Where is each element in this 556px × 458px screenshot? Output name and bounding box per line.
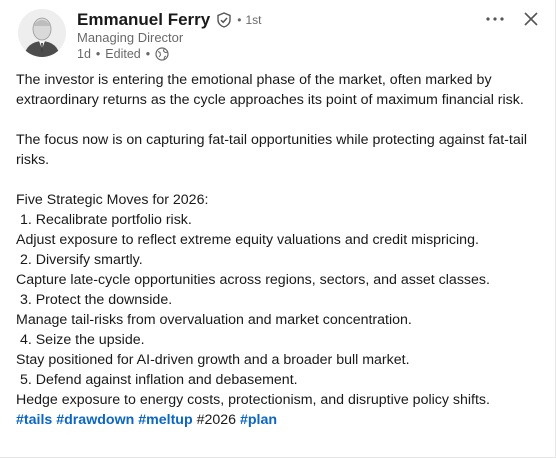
post-paragraph: The focus now is on capturing fat-tail o… — [16, 132, 528, 168]
hashtag-text: #2026 — [196, 412, 237, 428]
move-title: 2. Diversify smartly. — [16, 252, 143, 268]
move-detail: Manage tail-risks from overvaluation and… — [16, 312, 412, 328]
separator-dot: • — [237, 13, 242, 27]
author-name[interactable]: Emmanuel Ferry — [77, 10, 210, 30]
post-body: The investor is entering the emotional p… — [16, 70, 540, 430]
post-meta: 1d • Edited • — [77, 47, 169, 61]
hashtag-link[interactable]: #drawdown — [56, 412, 134, 428]
move-title: 3. Protect the downside. — [16, 292, 173, 308]
list-title: Five Strategic Moves for 2026: — [16, 192, 209, 208]
hashtag-link[interactable]: #plan — [240, 412, 277, 428]
post-time: 1d — [77, 47, 91, 61]
separator-dot: • — [95, 47, 101, 61]
move-detail: Capture late-cycle opportunities across … — [16, 272, 490, 288]
feed-post: Emmanuel Ferry • 1st Managing Director 1… — [0, 0, 556, 458]
move-detail: Stay positioned for AI-driven growth and… — [16, 352, 410, 368]
move-detail: Hedge exposure to energy costs, protecti… — [16, 392, 490, 408]
author-line: Emmanuel Ferry • 1st — [77, 9, 261, 31]
globe-icon — [155, 47, 169, 61]
edited-label: Edited — [105, 47, 141, 61]
avatar[interactable] — [18, 9, 66, 57]
move-title: 1. Recalibrate portfolio risk. — [16, 212, 192, 228]
more-horizontal-icon — [486, 17, 504, 21]
post-paragraph: The investor is entering the emotional p… — [16, 72, 524, 108]
separator-dot: • — [145, 47, 151, 61]
verified-shield-icon — [216, 12, 232, 28]
move-detail: Adjust exposure to reflect extreme equit… — [16, 232, 479, 248]
move-title: 4. Seize the upside. — [16, 332, 145, 348]
hashtag-link[interactable]: #tails — [16, 412, 52, 428]
more-options-button[interactable] — [482, 6, 508, 32]
hashtag-line: #tails #drawdown #meltup #2026 #plan — [16, 410, 540, 430]
author-headline: Managing Director — [77, 30, 184, 45]
move-title: 5. Defend against inflation and debaseme… — [16, 372, 298, 388]
close-icon — [524, 12, 538, 26]
hashtag-link[interactable]: #meltup — [138, 412, 192, 428]
connection-degree: 1st — [245, 13, 262, 27]
close-button[interactable] — [518, 6, 544, 32]
